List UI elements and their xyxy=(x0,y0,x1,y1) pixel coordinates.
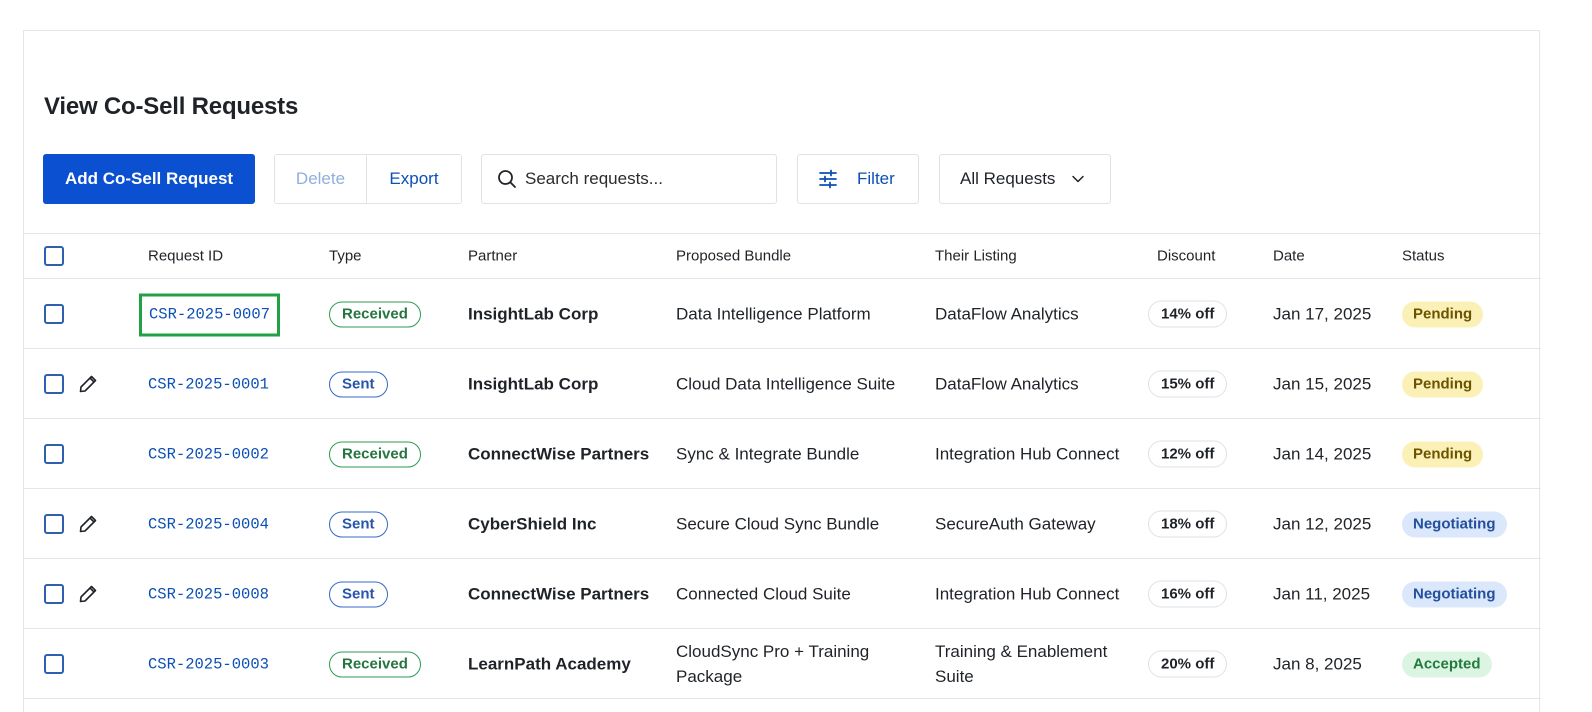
filter-label: Filter xyxy=(857,169,895,188)
sliders-icon xyxy=(819,169,837,189)
their-listing: DataFlow Analytics xyxy=(935,374,1079,393)
request-date: Jan 17, 2025 xyxy=(1273,304,1372,323)
row-checkbox[interactable] xyxy=(44,653,64,674)
header-type: Type xyxy=(329,247,362,265)
their-listing: Training & Enablement Suite xyxy=(935,641,1108,686)
type-badge: Sent xyxy=(329,581,388,607)
partner-name: ConnectWise Partners xyxy=(468,584,650,603)
select-all-checkbox[interactable] xyxy=(44,246,64,266)
discount-badge: 16% off xyxy=(1148,580,1228,607)
request-view-select[interactable]: All Requests xyxy=(939,154,1111,204)
export-button[interactable]: Export xyxy=(367,155,461,203)
search-box xyxy=(481,154,777,204)
their-listing: SecureAuth Gateway xyxy=(935,514,1096,533)
requests-table: Request ID Type Partner Proposed Bundle … xyxy=(24,233,1541,699)
request-id-link[interactable]: CSR-2025-0001 xyxy=(148,372,269,397)
search-input[interactable] xyxy=(525,169,765,189)
table-body: CSR-2025-0007 Received InsightLab Corp D… xyxy=(24,279,1541,699)
request-id-link[interactable]: CSR-2025-0007 xyxy=(139,293,280,336)
table-row: CSR-2025-0008 Sent ConnectWise Partners … xyxy=(24,559,1541,629)
search-icon xyxy=(498,170,516,188)
request-date: Jan 11, 2025 xyxy=(1273,584,1371,603)
pencil-icon[interactable] xyxy=(78,584,98,604)
table-row: CSR-2025-0007 Received InsightLab Corp D… xyxy=(24,279,1541,349)
proposed-bundle: CloudSync Pro + Training Package xyxy=(676,641,870,686)
status-badge: Pending xyxy=(1402,371,1484,397)
row-checkbox[interactable] xyxy=(44,583,64,604)
row-checkbox[interactable] xyxy=(44,303,64,324)
request-date: Jan 8, 2025 xyxy=(1273,654,1362,673)
table-header: Request ID Type Partner Proposed Bundle … xyxy=(24,233,1541,279)
request-id-link[interactable]: CSR-2025-0004 xyxy=(148,512,269,537)
delete-button[interactable]: Delete xyxy=(275,155,367,203)
proposed-bundle: Sync & Integrate Bundle xyxy=(676,444,860,463)
row-checkbox[interactable] xyxy=(44,513,64,534)
table-row: CSR-2025-0001 Sent InsightLab Corp Cloud… xyxy=(24,349,1541,419)
header-request-id: Request ID xyxy=(148,247,224,265)
header-proposed-bundle: Proposed Bundle xyxy=(676,247,792,265)
their-listing: DataFlow Analytics xyxy=(935,304,1079,323)
proposed-bundle: Cloud Data Intelligence Suite xyxy=(676,374,896,393)
page-title: View Co-Sell Requests xyxy=(44,93,299,120)
type-badge: Sent xyxy=(329,511,388,537)
header-discount: Discount xyxy=(1157,247,1216,265)
table-row: CSR-2025-0003 Received LearnPath Academy… xyxy=(24,629,1541,699)
proposed-bundle: Connected Cloud Suite xyxy=(676,584,851,603)
discount-badge: 18% off xyxy=(1148,510,1228,537)
partner-name: ConnectWise Partners xyxy=(468,444,650,463)
chevron-down-icon xyxy=(1072,175,1085,183)
request-view-selected: All Requests xyxy=(960,169,1056,188)
discount-badge: 20% off xyxy=(1148,650,1228,677)
request-date: Jan 14, 2025 xyxy=(1273,444,1372,463)
header-their-listing: Their Listing xyxy=(935,247,1017,265)
status-badge: Pending xyxy=(1402,301,1484,327)
header-partner: Partner xyxy=(468,247,518,265)
status-badge: Negotiating xyxy=(1402,581,1507,607)
request-id-link[interactable]: CSR-2025-0008 xyxy=(148,582,269,607)
request-id-link[interactable]: CSR-2025-0002 xyxy=(148,442,269,467)
partner-name: InsightLab Corp xyxy=(468,374,599,393)
partner-name: InsightLab Corp xyxy=(468,304,599,323)
filter-button[interactable]: Filter xyxy=(797,154,919,204)
request-date: Jan 12, 2025 xyxy=(1273,514,1372,533)
discount-badge: 14% off xyxy=(1148,300,1228,327)
their-listing: Integration Hub Connect xyxy=(935,584,1120,603)
type-badge: Received xyxy=(329,651,421,677)
type-badge: Sent xyxy=(329,371,388,397)
status-badge: Pending xyxy=(1402,441,1484,467)
status-badge: Accepted xyxy=(1402,651,1492,677)
pencil-icon[interactable] xyxy=(78,374,98,394)
co-sell-requests-card: View Co-Sell Requests Add Co-Sell Reques… xyxy=(23,30,1541,712)
row-checkbox[interactable] xyxy=(44,443,64,464)
table-row: CSR-2025-0002 Received ConnectWise Partn… xyxy=(24,419,1541,489)
type-badge: Received xyxy=(329,301,421,327)
add-co-sell-request-button[interactable]: Add Co-Sell Request xyxy=(43,154,255,204)
partner-name: LearnPath Academy xyxy=(468,654,631,673)
request-date: Jan 15, 2025 xyxy=(1273,374,1372,393)
status-badge: Negotiating xyxy=(1402,511,1507,537)
header-status: Status xyxy=(1402,247,1445,265)
proposed-bundle: Data Intelligence Platform xyxy=(676,304,871,323)
discount-badge: 12% off xyxy=(1148,440,1228,467)
partner-name: CyberShield Inc xyxy=(468,514,597,533)
their-listing: Integration Hub Connect xyxy=(935,444,1120,463)
row-checkbox[interactable] xyxy=(44,373,64,394)
request-id-link[interactable]: CSR-2025-0003 xyxy=(148,652,269,677)
proposed-bundle: Secure Cloud Sync Bundle xyxy=(676,514,880,533)
discount-badge: 15% off xyxy=(1148,370,1228,397)
type-badge: Received xyxy=(329,441,421,467)
bulk-actions-group: Delete Export xyxy=(274,154,462,204)
table-row: CSR-2025-0004 Sent CyberShield Inc Secur… xyxy=(24,489,1541,559)
pencil-icon[interactable] xyxy=(78,514,98,534)
header-date: Date xyxy=(1273,247,1305,265)
